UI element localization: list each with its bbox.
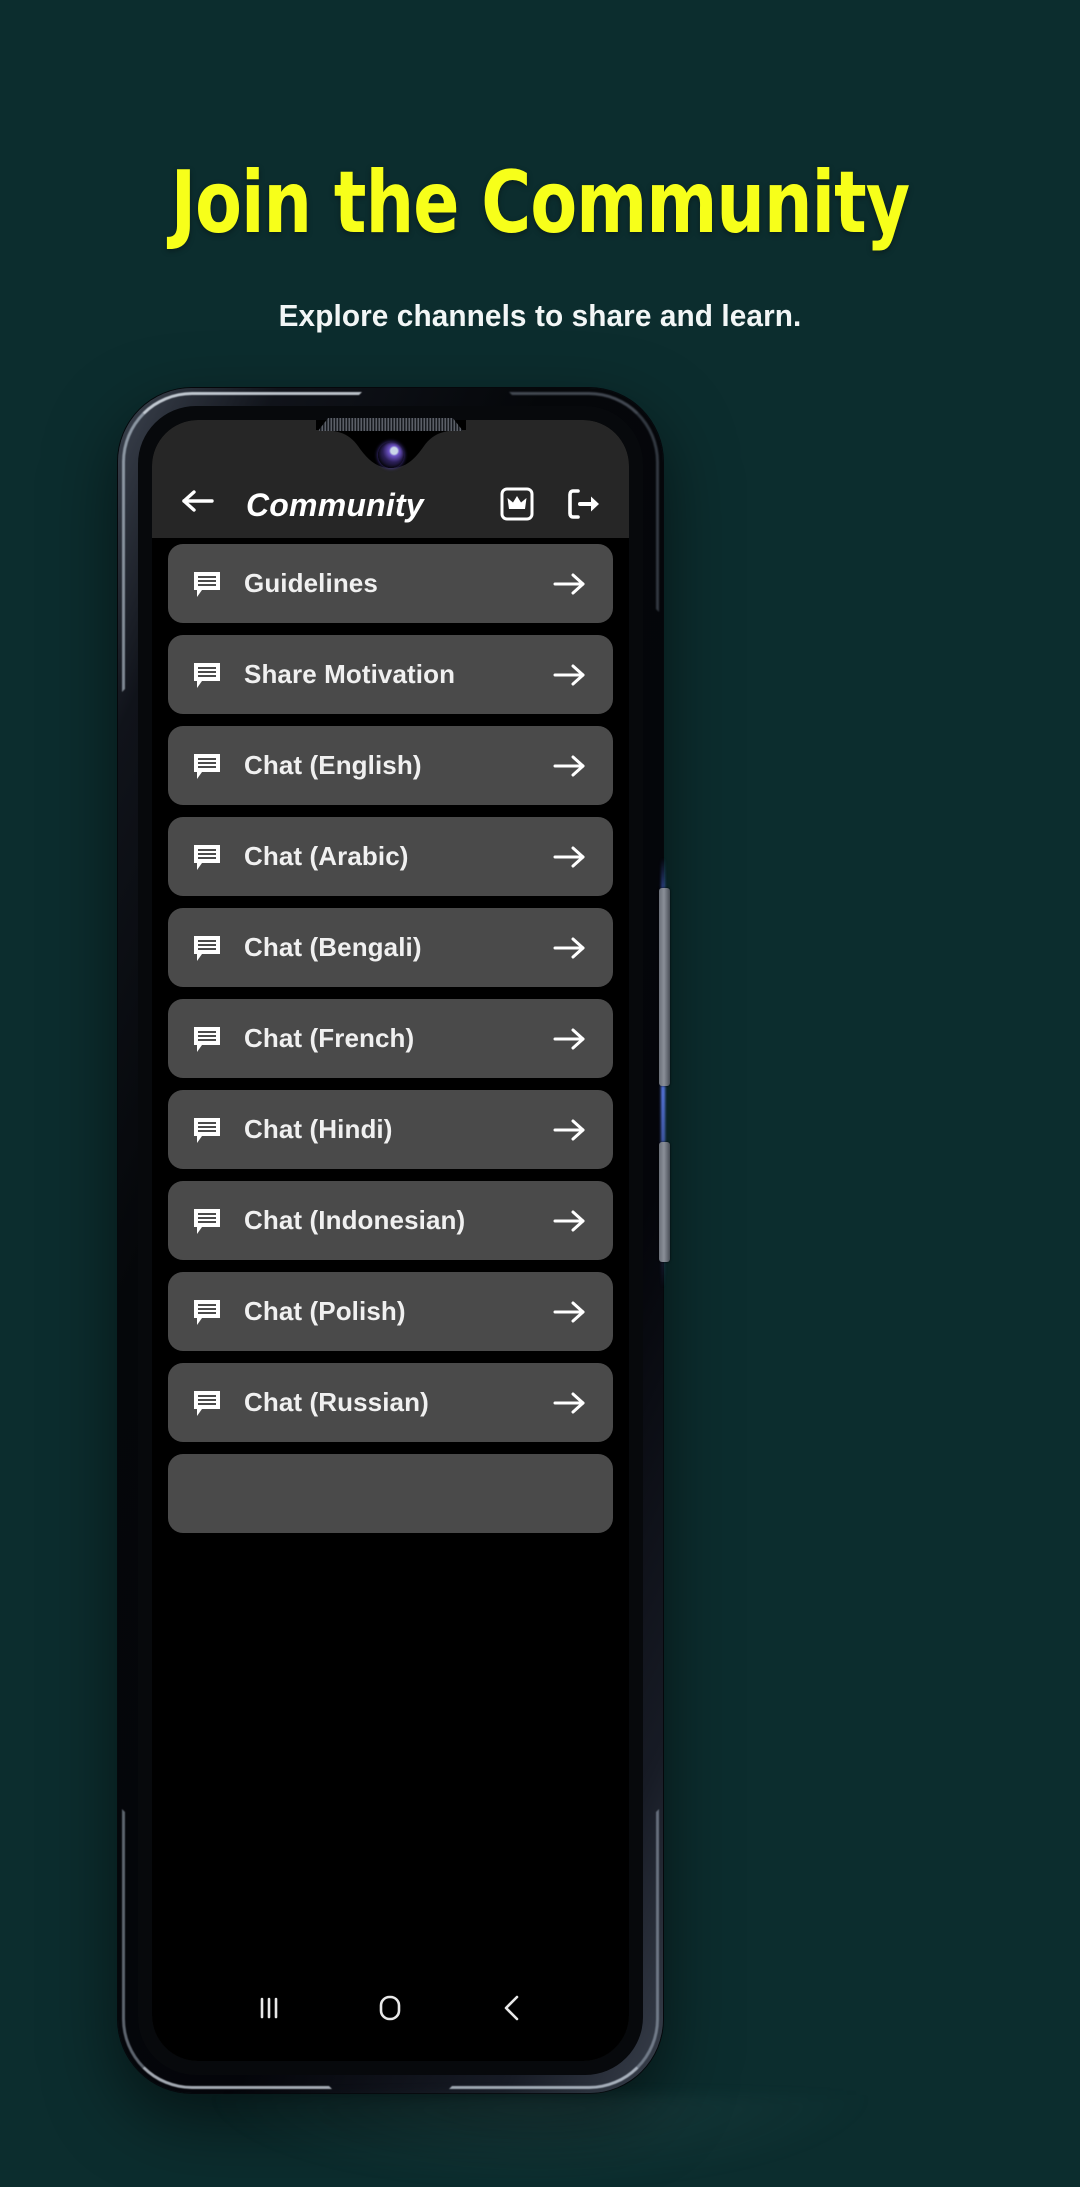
arrow-right-icon (553, 1477, 587, 1511)
page-subtitle: Explore channels to share and learn. (278, 298, 802, 333)
list-item[interactable]: Share Motivation (168, 635, 613, 714)
arrow-right-icon[interactable] (553, 931, 587, 965)
chat-bubble-lines-icon (192, 1024, 222, 1054)
arrow-right-icon (553, 755, 585, 776)
back-button[interactable] (174, 478, 220, 524)
android-nav-bar (152, 1965, 629, 2061)
list-item-label: Chat (Bengali) (244, 932, 422, 962)
app-bar-title: Community (246, 487, 424, 523)
chat-bubble-lines-icon (192, 1206, 222, 1236)
chat-bubble-lines-icon (194, 1390, 220, 1416)
arrow-right-icon[interactable] (553, 840, 587, 874)
promo-header: Join the Community Explore channels to s… (0, 0, 1080, 334)
list-item[interactable]: Chat (French) (168, 999, 613, 1078)
home-button[interactable] (355, 1980, 425, 2036)
list-item[interactable]: Chat (English) (168, 726, 613, 805)
chat-bubble-lines-icon (194, 753, 220, 779)
app-container: Community Guidelines Share Motivation Ch… (152, 420, 629, 2061)
arrow-right-icon[interactable] (553, 1295, 587, 1329)
chat-bubble-lines-icon (194, 1117, 220, 1143)
phone-screen: Community Guidelines Share Motivation Ch… (152, 420, 629, 2061)
recents-button[interactable] (234, 1980, 304, 2036)
chat-bubble-lines-icon (192, 660, 222, 690)
arrow-right-icon (553, 1210, 585, 1231)
list-item-label: Chat (English) (244, 750, 422, 780)
home-icon (380, 1995, 401, 2021)
arrow-right-icon (553, 1392, 585, 1413)
page-title: Join the Community (170, 153, 910, 253)
chat-bubble-lines-icon (192, 1115, 222, 1145)
list-item[interactable]: Chat (Hindi) (168, 1090, 613, 1169)
list-item[interactable]: Chat (Arabic) (168, 817, 613, 896)
list-item[interactable] (168, 1454, 613, 1533)
chat-bubble-lines-icon (194, 662, 220, 688)
app-bar-actions (497, 484, 607, 524)
chat-bubble-lines-icon (194, 571, 220, 597)
list-item[interactable]: Chat (Russian) (168, 1363, 613, 1442)
chat-bubble-lines-icon (192, 1388, 222, 1418)
list-item[interactable]: Chat (Indonesian) (168, 1181, 613, 1260)
logout-button[interactable] (563, 484, 603, 524)
arrow-left-icon (182, 490, 214, 512)
list-item-label: Chat (Russian) (244, 1387, 429, 1417)
volume-rocker-button[interactable] (659, 888, 670, 1086)
arrow-right-icon[interactable] (553, 658, 587, 692)
chat-bubble-lines-icon (192, 842, 222, 872)
power-button[interactable] (659, 1142, 670, 1262)
arrow-right-icon[interactable] (553, 1113, 587, 1147)
chat-bubble-lines-icon (192, 569, 222, 599)
arrow-right-icon[interactable] (553, 749, 587, 783)
arrow-right-icon (553, 846, 585, 867)
list-item-label: Chat (Arabic) (244, 841, 409, 871)
arrow-right-icon[interactable] (553, 1386, 587, 1420)
front-camera-icon (377, 442, 404, 468)
logout-icon (568, 489, 599, 519)
back-chevron-icon (504, 1995, 519, 2021)
list-item-label: Chat (Indonesian) (244, 1205, 466, 1235)
list-item[interactable]: Chat (Polish) (168, 1272, 613, 1351)
phone-mockup: Community Guidelines Share Motivation Ch… (112, 382, 670, 2099)
phone-bezel: Community Guidelines Share Motivation Ch… (118, 388, 663, 2093)
chat-bubble-lines-icon (192, 751, 222, 781)
chat-bubble-lines-icon (194, 1299, 220, 1325)
list-item-label: Share Motivation (244, 659, 456, 689)
chat-bubble-lines-icon (194, 935, 220, 961)
crown-boxed-icon (500, 487, 534, 521)
recents-icon (260, 1997, 278, 2019)
channel-list: Guidelines Share Motivation Chat (English)… (152, 538, 629, 1965)
arrow-right-icon[interactable] (553, 1204, 587, 1238)
list-item-label: Guidelines (244, 568, 378, 598)
list-item[interactable]: Guidelines (168, 544, 613, 623)
arrow-right-icon (553, 1119, 585, 1140)
app-bar: Community (152, 420, 629, 538)
arrow-right-icon[interactable] (553, 1022, 587, 1056)
chat-bubble-lines-icon (192, 1297, 222, 1327)
arrow-right-icon[interactable] (553, 567, 587, 601)
arrow-right-icon (553, 573, 585, 594)
chat-bubble-lines-icon (194, 1026, 220, 1052)
chat-bubble-lines-icon (192, 933, 222, 963)
phone-inner-frame: Community Guidelines Share Motivation Ch… (138, 406, 643, 2075)
chat-bubble-lines-icon (194, 844, 220, 870)
arrow-right-icon (553, 1028, 585, 1049)
arrow-right-icon (553, 664, 585, 685)
list-item[interactable]: Chat (Bengali) (168, 908, 613, 987)
list-item-label: Chat (Polish) (244, 1296, 406, 1326)
arrow-right-icon (553, 1301, 585, 1322)
chat-bubble-lines-icon (194, 1208, 220, 1234)
list-item-label: Chat (Hindi) (244, 1114, 393, 1144)
back-nav-button[interactable] (477, 1980, 547, 2036)
phone-floor-reflection (210, 2095, 870, 2187)
chat-bubble-lines-icon (192, 1479, 222, 1509)
list-item-label: Chat (French) (244, 1023, 415, 1053)
premium-crown-button[interactable] (497, 484, 537, 524)
arrow-right-icon (553, 937, 585, 958)
earpiece-grille-icon (318, 418, 463, 431)
